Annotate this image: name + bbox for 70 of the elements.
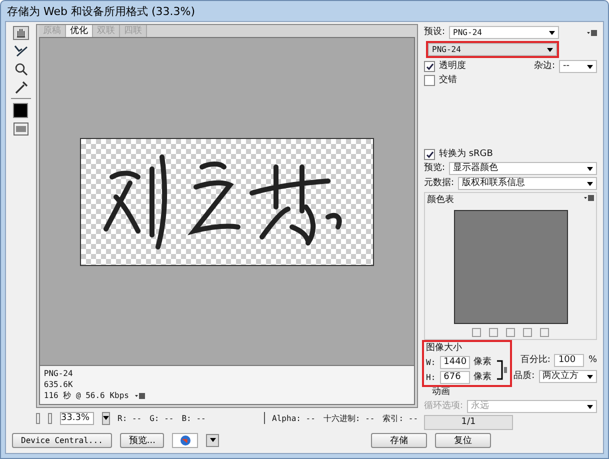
field-label: 预览: [424, 163, 446, 174]
panel-menu-icon[interactable] [587, 30, 597, 36]
preset-dropdown[interactable]: PNG-24 [449, 26, 559, 39]
action-button[interactable]: 存储 [371, 432, 427, 448]
unit-label: 像素 [474, 357, 492, 368]
matte-dropdown[interactable]: -- [559, 60, 597, 73]
zoom-field[interactable]: 33.3% [60, 412, 94, 424]
group-title: 动画 [431, 387, 451, 398]
frame-counter: 1/1 [424, 415, 513, 430]
readout-text: 索引: -- [382, 412, 418, 424]
field-label: 杂边: [534, 61, 555, 72]
readout-text: R: -- [118, 412, 142, 424]
caret-icon [587, 64, 593, 68]
height-field[interactable]: 676 [440, 371, 470, 384]
field-label: 品质: [514, 371, 535, 382]
field-label: W: [426, 357, 436, 368]
panel-menu-icon[interactable] [134, 392, 145, 398]
zoom-dropdown-button[interactable] [102, 412, 110, 424]
checkbox[interactable] [424, 75, 435, 86]
field-label: H: [426, 372, 436, 383]
device-central-button[interactable]: Device Central... [12, 432, 112, 448]
readout-text: B: -- [182, 412, 206, 424]
info-text: 116 秒 @ 56.6 Kbps [44, 390, 129, 401]
caret-icon [210, 438, 216, 442]
percent-field[interactable]: 100 [554, 354, 584, 367]
field-label: 元数据: [424, 178, 454, 189]
format-dropdown[interactable]: PNG-24 [428, 43, 557, 56]
panel-title: 颜色表 [427, 195, 454, 206]
readout-text: Alpha: -- [272, 412, 316, 424]
readout-text: 十六进制: -- [323, 412, 375, 424]
readout-text: G: -- [150, 412, 174, 424]
caret-icon [587, 182, 593, 186]
checkbox[interactable] [424, 149, 435, 160]
group-title: 图像大小 [426, 343, 463, 354]
caret-icon [547, 48, 553, 52]
zoom-icon[interactable] [12, 62, 29, 76]
color-swatch[interactable] [13, 103, 28, 118]
browser-select[interactable] [172, 432, 198, 448]
checkbox-label: 转换为 sRGB [439, 149, 493, 160]
zoom-out-button[interactable] [36, 412, 40, 424]
width-field[interactable]: 1440 [440, 356, 470, 369]
caret-icon [587, 374, 593, 378]
field-label: 百分比: [520, 355, 550, 366]
view-tab[interactable]: 优化 [66, 25, 93, 37]
slice-visibility-icon[interactable] [12, 122, 29, 136]
checkbox-label: 透明度 [439, 61, 466, 72]
quality-dropdown[interactable]: 两次立方 [538, 370, 597, 383]
caret-icon [549, 30, 555, 34]
unit-label: 像素 [474, 372, 492, 383]
window-title: 存储为 Web 和设备所用格式 (33.3%) [6, 4, 196, 20]
checkbox[interactable] [424, 61, 435, 72]
unit-label: % [588, 355, 597, 366]
checkbox-label: 交错 [439, 75, 457, 86]
slice-select-icon[interactable] [12, 44, 29, 58]
panel-menu-icon[interactable] [584, 195, 594, 201]
field-label: 循环选项: [424, 401, 464, 412]
browser-globe-icon [180, 434, 191, 446]
metadata-dropdown[interactable]: 版权和联系信息 [458, 177, 597, 190]
info-text: PNG-24 [44, 368, 74, 379]
browser-dropdown-button[interactable] [206, 434, 220, 446]
zoom-in-button[interactable] [48, 412, 52, 424]
eyedropper-icon[interactable] [12, 80, 29, 94]
preview-button[interactable]: 预览... [120, 432, 164, 448]
caret-icon [587, 404, 593, 408]
caret-icon [587, 166, 593, 170]
info-text: 635.6K [44, 379, 74, 390]
preview-dropdown[interactable]: 显示器颜色 [449, 162, 597, 175]
field-label: 预设: [424, 27, 446, 38]
action-button[interactable]: 复位 [435, 432, 491, 448]
caret-icon [102, 416, 108, 420]
